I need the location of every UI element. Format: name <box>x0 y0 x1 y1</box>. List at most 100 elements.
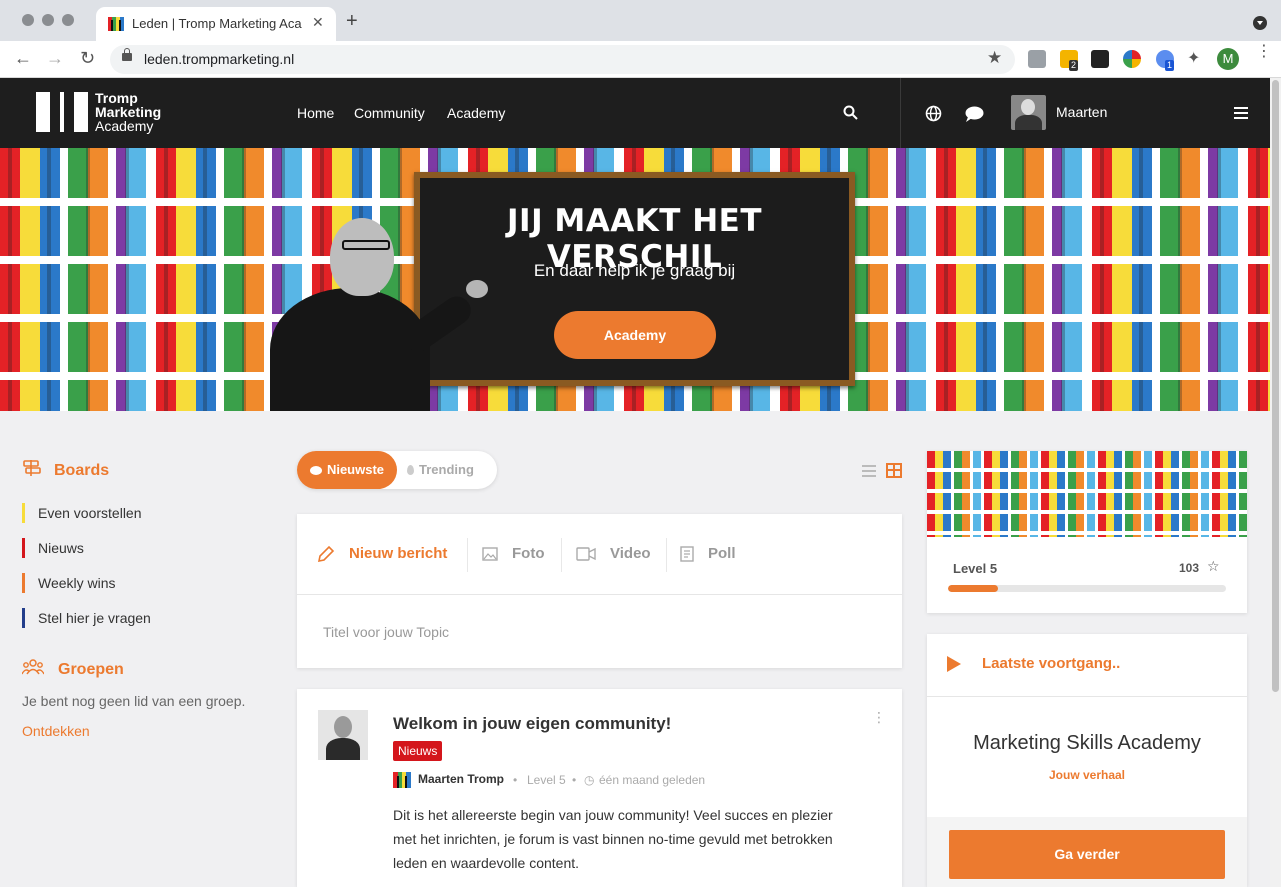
board-color-bar <box>22 608 25 628</box>
sort-trending-button[interactable]: Trending <box>407 451 497 489</box>
sidebar-item-stel-hier-je-vragen[interactable]: Stel hier je vragen <box>22 608 151 628</box>
board-color-bar <box>22 503 25 523</box>
logo-icon[interactable] <box>36 92 88 132</box>
post-card: Welkom in jouw eigen community! ⋮ Nieuws… <box>297 689 902 887</box>
sidebar-item-nieuws[interactable]: Nieuws <box>22 538 84 558</box>
forward-button[interactable]: → <box>46 48 64 68</box>
list-view-icon[interactable] <box>862 465 876 477</box>
topic-title-input[interactable] <box>323 622 873 642</box>
sort-newest-label: Nieuwste <box>326 462 385 477</box>
board-color-bar <box>22 538 25 558</box>
chalkboard: JIJ MAAKT HET VERSCHIL En daar help ik j… <box>414 172 855 386</box>
level-banner-image <box>927 451 1247 537</box>
more-options-icon[interactable]: ⋮ <box>872 710 886 724</box>
sidebar-item-label: Nieuws <box>38 540 84 556</box>
post-title[interactable]: Welkom in jouw eigen community! <box>393 714 671 734</box>
category-badge[interactable]: Nieuws <box>393 741 443 761</box>
course-subtitle[interactable]: Jouw verhaal <box>927 768 1247 782</box>
extension-badge: 1 <box>1165 60 1175 71</box>
tab-video[interactable]: Video <box>576 514 651 594</box>
sidebar-item-label: Even voorstellen <box>38 505 142 521</box>
sidebar-item-label: Stel hier je vragen <box>38 610 151 626</box>
pencil-icon <box>317 545 335 563</box>
sidebar-item-even-voorstellen[interactable]: Even voorstellen <box>22 503 142 523</box>
tab-title: Leden | Tromp Marketing Academy <box>132 16 302 31</box>
star-icon: ☆ <box>1207 558 1220 574</box>
avatar[interactable] <box>1011 95 1046 130</box>
author-logo-icon <box>393 772 411 788</box>
post-time: één maand geleden <box>599 773 706 787</box>
logo-line: Tromp <box>95 90 138 106</box>
boards-heading: Boards <box>54 462 110 479</box>
hero-academy-button[interactable]: Academy <box>554 311 716 359</box>
extensions-puzzle-icon[interactable]: ✦ <box>1187 50 1205 68</box>
play-icon <box>947 656 961 672</box>
window-zoom-control[interactable] <box>62 14 74 26</box>
avatar[interactable] <box>318 710 368 760</box>
continue-button[interactable]: Ga verder <box>949 830 1225 879</box>
browser-menu-icon[interactable]: ⋮ <box>1256 44 1272 60</box>
nav-home[interactable]: Home <box>297 105 334 121</box>
sort-toggle: Nieuwste Trending <box>297 451 497 489</box>
tab-new-post[interactable]: Nieuw bericht <box>317 514 447 594</box>
bookmark-star-icon[interactable]: ★ <box>987 48 1002 68</box>
tab-photo[interactable]: Foto <box>482 514 544 594</box>
board-color-bar <box>22 573 25 593</box>
course-progress-card: Laatste voortgang.. Marketing Skills Aca… <box>927 634 1247 887</box>
image-icon <box>482 547 498 561</box>
poll-icon <box>680 546 694 562</box>
address-bar[interactable]: leden.trompmarketing.nl ★ <box>110 45 1015 74</box>
new-tab-button[interactable]: + <box>346 11 358 31</box>
sidebar-item-weekly-wins[interactable]: Weekly wins <box>22 573 116 593</box>
profile-avatar[interactable]: M <box>1217 48 1239 70</box>
extension-gear-icon[interactable]: 1 <box>1156 50 1175 71</box>
sort-newest-button[interactable]: Nieuwste <box>297 451 397 489</box>
post-composer: Nieuw bericht Foto Video Poll <box>297 514 902 668</box>
nav-community[interactable]: Community <box>354 105 425 121</box>
tab-new-post-label: Nieuw bericht <box>349 545 448 562</box>
tab-search-icon[interactable] <box>1253 16 1267 30</box>
logo-line: Academy <box>95 118 154 134</box>
course-footer: Ga verder <box>927 817 1247 887</box>
close-tab-icon[interactable]: ✕ <box>312 14 324 31</box>
tab-divider <box>561 538 562 572</box>
course-heading: Laatste voortgang.. <box>982 655 1121 672</box>
extension-chat-icon[interactable]: 2 <box>1060 50 1079 71</box>
site-header: Tromp Marketing Academy Home Community A… <box>0 78 1270 148</box>
post-author[interactable]: Maarten Tromp <box>418 772 504 786</box>
back-button[interactable]: ← <box>14 48 32 68</box>
page-scrollbar[interactable] <box>1270 78 1281 887</box>
clock-icon: ◷ <box>584 773 595 787</box>
discover-groups-link[interactable]: Ontdekken <box>22 723 90 739</box>
sidebar-item-label: Weekly wins <box>38 575 116 591</box>
search-icon[interactable] <box>843 105 858 120</box>
chat-icon[interactable] <box>965 106 984 122</box>
level-progress-fill <box>948 585 999 592</box>
nav-academy[interactable]: Academy <box>447 105 505 121</box>
tab-poll[interactable]: Poll <box>680 514 736 594</box>
grid-view-icon[interactable] <box>886 463 902 478</box>
reload-button[interactable]: ↻ <box>80 48 95 68</box>
window-close-control[interactable] <box>22 14 34 26</box>
logo-text[interactable]: Tromp Marketing Academy <box>95 91 161 133</box>
url-text: leden.trompmarketing.nl <box>144 51 295 67</box>
users-group-icon <box>22 659 44 675</box>
extension-color-icon[interactable] <box>1123 50 1141 68</box>
browser-toolbar: ← → ↻ leden.trompmarketing.nl ★ 2 1 ✦ M … <box>0 41 1281 78</box>
menu-icon[interactable] <box>1234 107 1248 119</box>
window-minimize-control[interactable] <box>42 14 54 26</box>
scrollbar-thumb[interactable] <box>1272 80 1279 692</box>
signpost-icon <box>23 460 41 476</box>
tab-photo-label: Foto <box>512 545 545 562</box>
user-name[interactable]: Maarten <box>1056 104 1107 120</box>
extension-code-icon[interactable] <box>1028 50 1046 68</box>
course-name[interactable]: Marketing Skills Academy <box>927 732 1247 755</box>
browser-tab-active[interactable]: Leden | Tromp Marketing Academy ✕ <box>96 7 336 41</box>
globe-icon[interactable] <box>925 105 942 122</box>
logo-line: Marketing <box>95 104 162 120</box>
tab-divider <box>666 538 667 572</box>
header-divider <box>900 78 901 148</box>
level-label: Level 5 <box>953 561 998 576</box>
extension-m-icon[interactable] <box>1091 50 1109 68</box>
level-card: Level 5 103 ☆ <box>927 451 1247 613</box>
